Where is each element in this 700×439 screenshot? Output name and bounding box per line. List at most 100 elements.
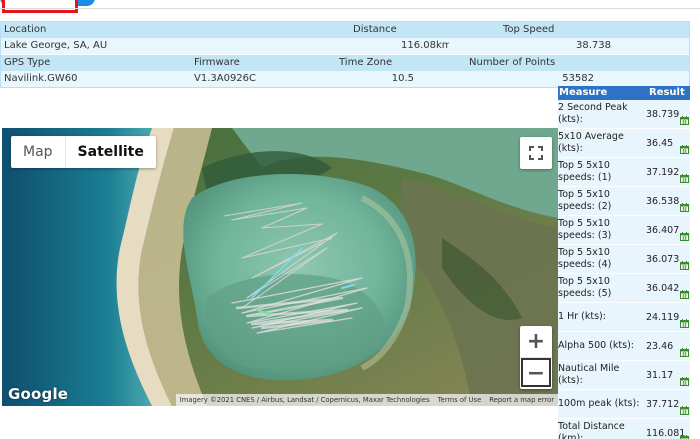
info-value-row-1: Lake George, SA, AU 116.08km 38.738 bbox=[1, 38, 689, 54]
result-column-header: Result bbox=[649, 87, 685, 98]
measure-row: Total Distance (km): 116.081 bbox=[558, 419, 690, 439]
calendar-icon[interactable] bbox=[680, 377, 689, 386]
satellite-map[interactable]: Map Satellite + − Google Imagery ©2021 C… bbox=[2, 128, 558, 406]
calendar-icon[interactable] bbox=[680, 232, 689, 241]
time-zone-value: 10.5 bbox=[391, 73, 414, 84]
map-type-map-button[interactable]: Map bbox=[11, 136, 65, 168]
location-header: Location bbox=[4, 24, 47, 35]
measure-value: 37.192 bbox=[644, 158, 690, 186]
calendar-icon[interactable] bbox=[680, 174, 689, 183]
calendar-icon[interactable] bbox=[680, 116, 689, 125]
measure-row: 1 Hr (kts): 24.119 bbox=[558, 303, 690, 332]
measure-value: 31.17 bbox=[644, 361, 690, 389]
measure-row: Top 5 5x10 speeds: (5) 36.042 bbox=[558, 274, 690, 303]
measure-row: 5x10 Average (kts): 36.45 bbox=[558, 129, 690, 158]
measure-name: 5x10 Average (kts): bbox=[558, 131, 624, 154]
measure-value-text: 37.712 bbox=[646, 398, 680, 410]
measure-value: 23.46 bbox=[644, 332, 690, 360]
measure-value: 36.073 bbox=[644, 245, 690, 273]
measure-value-text: 36.042 bbox=[646, 282, 680, 294]
measure-value: 38.739 bbox=[644, 100, 690, 128]
imagery-credit: Imagery ©2021 CNES / Airbus, Landsat / C… bbox=[179, 396, 430, 404]
top-speed-value: 38.738 bbox=[576, 40, 611, 51]
divider bbox=[0, 8, 700, 9]
measure-value: 116.081 bbox=[644, 419, 690, 439]
calendar-icon[interactable] bbox=[680, 348, 689, 357]
measure-name: 1 Hr (kts): bbox=[558, 311, 606, 322]
distance-value: 116.08km bbox=[401, 40, 449, 51]
measure-value-text: 36.073 bbox=[646, 253, 680, 265]
measure-value: 36.042 bbox=[644, 274, 690, 302]
info-header-row-1: Location Distance Top Speed bbox=[1, 22, 689, 38]
measure-value: 36.45 bbox=[644, 129, 690, 157]
measure-row: Top 5 5x10 speeds: (2) 36.538 bbox=[558, 187, 690, 216]
satellite-imagery bbox=[2, 128, 558, 406]
measure-row: Top 5 5x10 speeds: (3) 36.407 bbox=[558, 216, 690, 245]
fullscreen-icon bbox=[529, 146, 543, 160]
zoom-out-button[interactable]: − bbox=[520, 357, 552, 388]
distance-header: Distance bbox=[353, 24, 397, 35]
measure-name: 2 Second Peak (kts): bbox=[558, 102, 628, 125]
info-value-row-2: Navilink.GW60 V1.3A0926C 10.5 53582 bbox=[1, 71, 689, 87]
info-header-row-2: GPS Type Firmware Time Zone Number of Po… bbox=[1, 55, 689, 71]
map-type-toggle: Map Satellite bbox=[11, 136, 156, 168]
calendar-icon[interactable] bbox=[680, 319, 689, 328]
measure-name: Top 5 5x10 speeds: (3) bbox=[558, 218, 612, 241]
session-info-table: Location Distance Top Speed Lake George,… bbox=[0, 21, 690, 88]
measure-column-header: Measure bbox=[559, 87, 608, 98]
measure-row: 2 Second Peak (kts): 38.739 bbox=[558, 100, 690, 129]
calendar-icon[interactable] bbox=[680, 145, 689, 154]
measure-value-text: 31.17 bbox=[646, 369, 674, 381]
measure-name: Top 5 5x10 speeds: (1) bbox=[558, 160, 612, 183]
terms-of-use-link[interactable]: Terms of Use bbox=[434, 394, 486, 406]
measure-name: Total Distance (km): bbox=[558, 421, 625, 439]
measure-name: Alpha 500 (kts): bbox=[558, 340, 634, 351]
measure-name: Nautical Mile (kts): bbox=[558, 363, 620, 386]
measure-name: Top 5 5x10 speeds: (2) bbox=[558, 189, 612, 212]
measure-value-text: 36.45 bbox=[646, 137, 674, 149]
location-value: Lake George, SA, AU bbox=[4, 40, 108, 51]
firmware-header: Firmware bbox=[194, 57, 240, 68]
calendar-icon[interactable] bbox=[680, 261, 689, 270]
time-zone-header: Time Zone bbox=[339, 57, 393, 68]
measure-name: 100m peak (kts): bbox=[558, 398, 640, 409]
calendar-icon[interactable] bbox=[680, 203, 689, 212]
measure-row: 100m peak (kts): 37.712 bbox=[558, 390, 690, 419]
measure-value: 24.119 bbox=[644, 303, 690, 331]
measure-row: Top 5 5x10 speeds: (1) 37.192 bbox=[558, 158, 690, 187]
map-attribution: Imagery ©2021 CNES / Airbus, Landsat / C… bbox=[175, 394, 558, 406]
measure-row: Top 5 5x10 speeds: (4) 36.073 bbox=[558, 245, 690, 274]
top-speed-header: Top Speed bbox=[503, 24, 555, 35]
measure-value-text: 36.538 bbox=[646, 195, 680, 207]
measure-rows: 2 Second Peak (kts): 38.739 5x10 Average (… bbox=[558, 100, 690, 439]
calendar-icon[interactable] bbox=[680, 435, 689, 439]
measure-value: 36.538 bbox=[644, 187, 690, 215]
calendar-icon[interactable] bbox=[680, 406, 689, 415]
measure-value-text: 36.407 bbox=[646, 224, 680, 236]
google-logo: Google bbox=[8, 385, 69, 403]
measure-value: 37.712 bbox=[644, 390, 690, 418]
measure-value-text: 23.46 bbox=[646, 340, 674, 352]
number-of-points-header: Number of Points bbox=[469, 57, 556, 68]
measure-name: Top 5 5x10 speeds: (4) bbox=[558, 247, 612, 270]
gps-type-value: Navilink.GW60 bbox=[4, 73, 78, 84]
report-map-error-link[interactable]: Report a map error bbox=[485, 394, 558, 406]
measure-value-text: 37.192 bbox=[646, 166, 680, 178]
calendar-icon[interactable] bbox=[680, 290, 689, 299]
fullscreen-button[interactable] bbox=[520, 137, 552, 169]
firmware-value: V1.3A0926C bbox=[194, 73, 257, 84]
measure-value: 36.407 bbox=[644, 216, 690, 244]
measure-results-table: Measure Result 2 Second Peak (kts): 38.73… bbox=[558, 86, 690, 439]
gps-track-page: Location Distance Top Speed Lake George,… bbox=[0, 0, 700, 439]
measure-value-text: 24.119 bbox=[646, 311, 680, 323]
map-type-satellite-button[interactable]: Satellite bbox=[64, 136, 156, 168]
measure-row: Nautical Mile (kts): 31.17 bbox=[558, 361, 690, 390]
measure-table-header: Measure Result bbox=[558, 86, 690, 100]
measure-value-text: 38.739 bbox=[646, 108, 680, 120]
number-of-points-value: 53582 bbox=[562, 73, 594, 84]
highlighted-box bbox=[2, 0, 78, 13]
gps-type-header: GPS Type bbox=[4, 57, 51, 68]
measure-row: Alpha 500 (kts): 23.46 bbox=[558, 332, 690, 361]
zoom-in-button[interactable]: + bbox=[520, 326, 552, 357]
zoom-control: + − bbox=[520, 326, 552, 389]
